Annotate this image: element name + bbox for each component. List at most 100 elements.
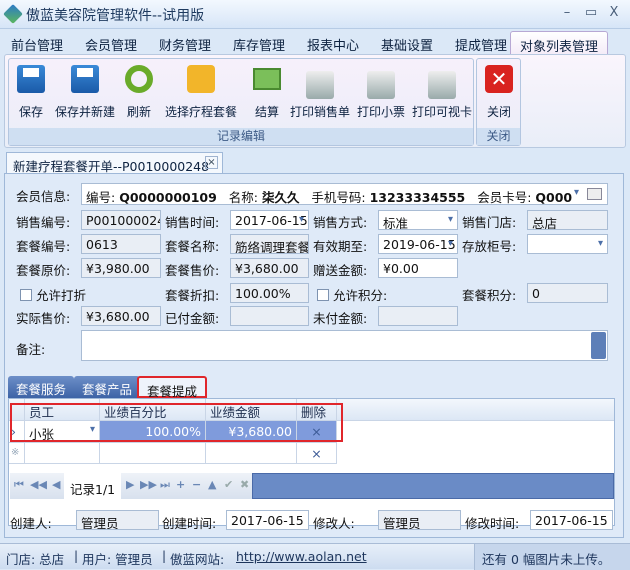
member-name: 柒久久	[261, 190, 300, 205]
close-window-button[interactable]: X	[605, 5, 623, 21]
tab-package-services[interactable]: 套餐服务	[8, 376, 75, 398]
first-page-icon[interactable]: ⏮	[14, 478, 24, 492]
actual-price-field[interactable]: ¥3,680.00	[81, 306, 161, 326]
maximize-button[interactable]: ▭	[582, 5, 600, 21]
label: 保存并新建	[54, 105, 115, 119]
horizontal-scrollbar[interactable]	[252, 473, 614, 499]
save-and-new-button[interactable]: 保存并新建	[53, 65, 117, 120]
tab-reports[interactable]: 报表中心	[298, 31, 368, 54]
sale-mode-dropdown[interactable]: 标准	[378, 210, 458, 230]
label: 关闭	[486, 105, 511, 119]
modified-field[interactable]: 2017-06-15 16	[530, 510, 613, 530]
cancel-icon[interactable]: ✖	[240, 478, 249, 491]
locker-dropdown[interactable]	[527, 234, 608, 254]
print-card-button[interactable]: 打印可视卡	[411, 65, 473, 120]
new-row-amount[interactable]	[206, 443, 297, 464]
member-card-icon[interactable]	[587, 188, 602, 200]
member-phone: 13233334555	[369, 190, 466, 205]
edit-record-icon[interactable]: ▲	[208, 478, 216, 491]
percent-cell[interactable]: 100.00%	[100, 421, 206, 443]
new-row-percent[interactable]	[100, 443, 206, 464]
note-scrollbar[interactable]	[591, 332, 606, 359]
header-filler	[337, 399, 614, 421]
grid-navigator: ⏮ ◀◀ ◀ 记录1/1 ▶ ▶▶ ⏭ + − ▲ ✔ ✖	[10, 473, 614, 499]
checkout-button[interactable]: 结算	[247, 65, 287, 120]
tab-object-list[interactable]: 对象列表管理	[510, 31, 609, 55]
close-tab-icon[interactable]: ×	[205, 156, 218, 169]
tab-package-commission[interactable]: 套餐提成	[137, 376, 208, 399]
modifier-field[interactable]: 管理员	[378, 510, 461, 530]
pkg-name-field[interactable]: 筋络调理套餐	[230, 234, 309, 254]
select-package-button[interactable]: 选择疗程套餐	[163, 65, 239, 120]
member-info-field[interactable]: 编号: Q0000000109 名称: 柒久久 手机号码: 1323333455…	[81, 183, 608, 205]
last-page-icon[interactable]: ⏭	[160, 478, 170, 492]
gift-field[interactable]: ¥0.00	[378, 258, 458, 278]
allow-points-checkbox[interactable]: 允许积分:	[317, 285, 387, 304]
add-record-icon[interactable]: +	[176, 478, 185, 491]
minimize-button[interactable]: –	[558, 5, 576, 21]
creator-label: 创建人:	[10, 516, 52, 531]
tab-commission[interactable]: 提成管理	[446, 31, 516, 54]
sale-time-dropdown[interactable]: 2017-06-15	[230, 210, 309, 230]
orig-price-field[interactable]: ¥3,980.00	[81, 258, 161, 278]
gift-label: 赠送金额:	[313, 263, 368, 278]
checkbox[interactable]	[20, 289, 32, 301]
label: 允许打折	[36, 288, 87, 303]
amount-cell[interactable]: ¥3,680.00	[206, 421, 297, 443]
tab-inventory[interactable]: 库存管理	[224, 31, 294, 54]
discount-field[interactable]: 100.00%	[230, 283, 309, 303]
print-receipt-button[interactable]: 打印小票	[353, 65, 409, 120]
column-header-amount[interactable]: 业绩金额	[206, 399, 297, 421]
website-link[interactable]: http://www.aolan.net	[236, 549, 367, 564]
locker-label: 存放柜号:	[462, 239, 517, 254]
checkbox[interactable]	[317, 289, 329, 301]
column-header-delete[interactable]: 删除	[297, 399, 337, 421]
confirm-icon[interactable]: ✔	[224, 478, 233, 491]
status-user: 用户: 管理员	[82, 552, 153, 567]
note-textarea[interactable]	[81, 330, 608, 361]
column-header-employee[interactable]: 员工	[25, 399, 100, 421]
sale-no-field[interactable]: P0010000248	[81, 210, 161, 230]
next-page-icon[interactable]: ▶▶	[140, 478, 157, 491]
pkg-no-field[interactable]: 0613	[81, 234, 161, 254]
label: 刷新	[126, 105, 151, 119]
current-row-icon: ›	[9, 421, 25, 443]
created-label: 创建时间:	[162, 516, 217, 531]
prev-record-icon[interactable]: ◀	[52, 478, 60, 491]
price-field[interactable]: ¥3,680.00	[230, 258, 309, 278]
creator-field[interactable]: 管理员	[76, 510, 159, 530]
tab-package-products[interactable]: 套餐产品	[74, 376, 141, 398]
valid-until-dropdown[interactable]: 2019-06-15	[378, 234, 458, 254]
remove-record-icon[interactable]: −	[192, 478, 201, 491]
tab-front-desk[interactable]: 前台管理	[2, 31, 72, 54]
refresh-icon	[125, 65, 153, 93]
prev-page-icon[interactable]: ◀◀	[30, 478, 47, 491]
employee-dropdown[interactable]: 小张	[25, 421, 100, 443]
refresh-button[interactable]: 刷新	[123, 65, 155, 120]
document-tab[interactable]: 新建疗程套餐开单--P0010000248 ×	[6, 152, 223, 174]
pkg-name-label: 套餐名称:	[165, 239, 220, 254]
unpaid-field[interactable]	[378, 306, 458, 326]
label: 打印小票	[356, 105, 405, 119]
label: 会员卡号:	[477, 190, 532, 205]
close-button[interactable]: ✕ 关闭	[483, 65, 515, 120]
points-field[interactable]: 0	[527, 283, 608, 303]
store-field[interactable]: 总店	[527, 210, 608, 230]
delete-row-icon[interactable]: ×	[297, 421, 337, 443]
allow-discount-checkbox[interactable]: 允许打折	[20, 285, 86, 304]
created-field[interactable]: 2017-06-15 16	[226, 510, 309, 530]
group-label: 记录编辑	[9, 128, 473, 145]
paid-field[interactable]	[230, 306, 309, 326]
save-button[interactable]: 保存	[15, 65, 47, 120]
print-sales-button[interactable]: 打印销售单	[289, 65, 351, 120]
tab-settings[interactable]: 基础设置	[372, 31, 442, 54]
column-header-percent[interactable]: 业绩百分比	[100, 399, 206, 421]
new-row-delete-icon[interactable]: ×	[297, 443, 337, 464]
tab-finance[interactable]: 财务管理	[150, 31, 220, 54]
next-record-icon[interactable]: ▶	[126, 478, 134, 491]
status-bar: 门店: 总店 | 用户: 管理员 | 傲蓝网站: http://www.aola…	[0, 543, 630, 570]
chevron-down-icon[interactable]: ▾	[574, 187, 579, 198]
divider: |	[74, 549, 79, 563]
tab-members[interactable]: 会员管理	[76, 31, 146, 54]
new-row-employee[interactable]	[25, 443, 100, 464]
